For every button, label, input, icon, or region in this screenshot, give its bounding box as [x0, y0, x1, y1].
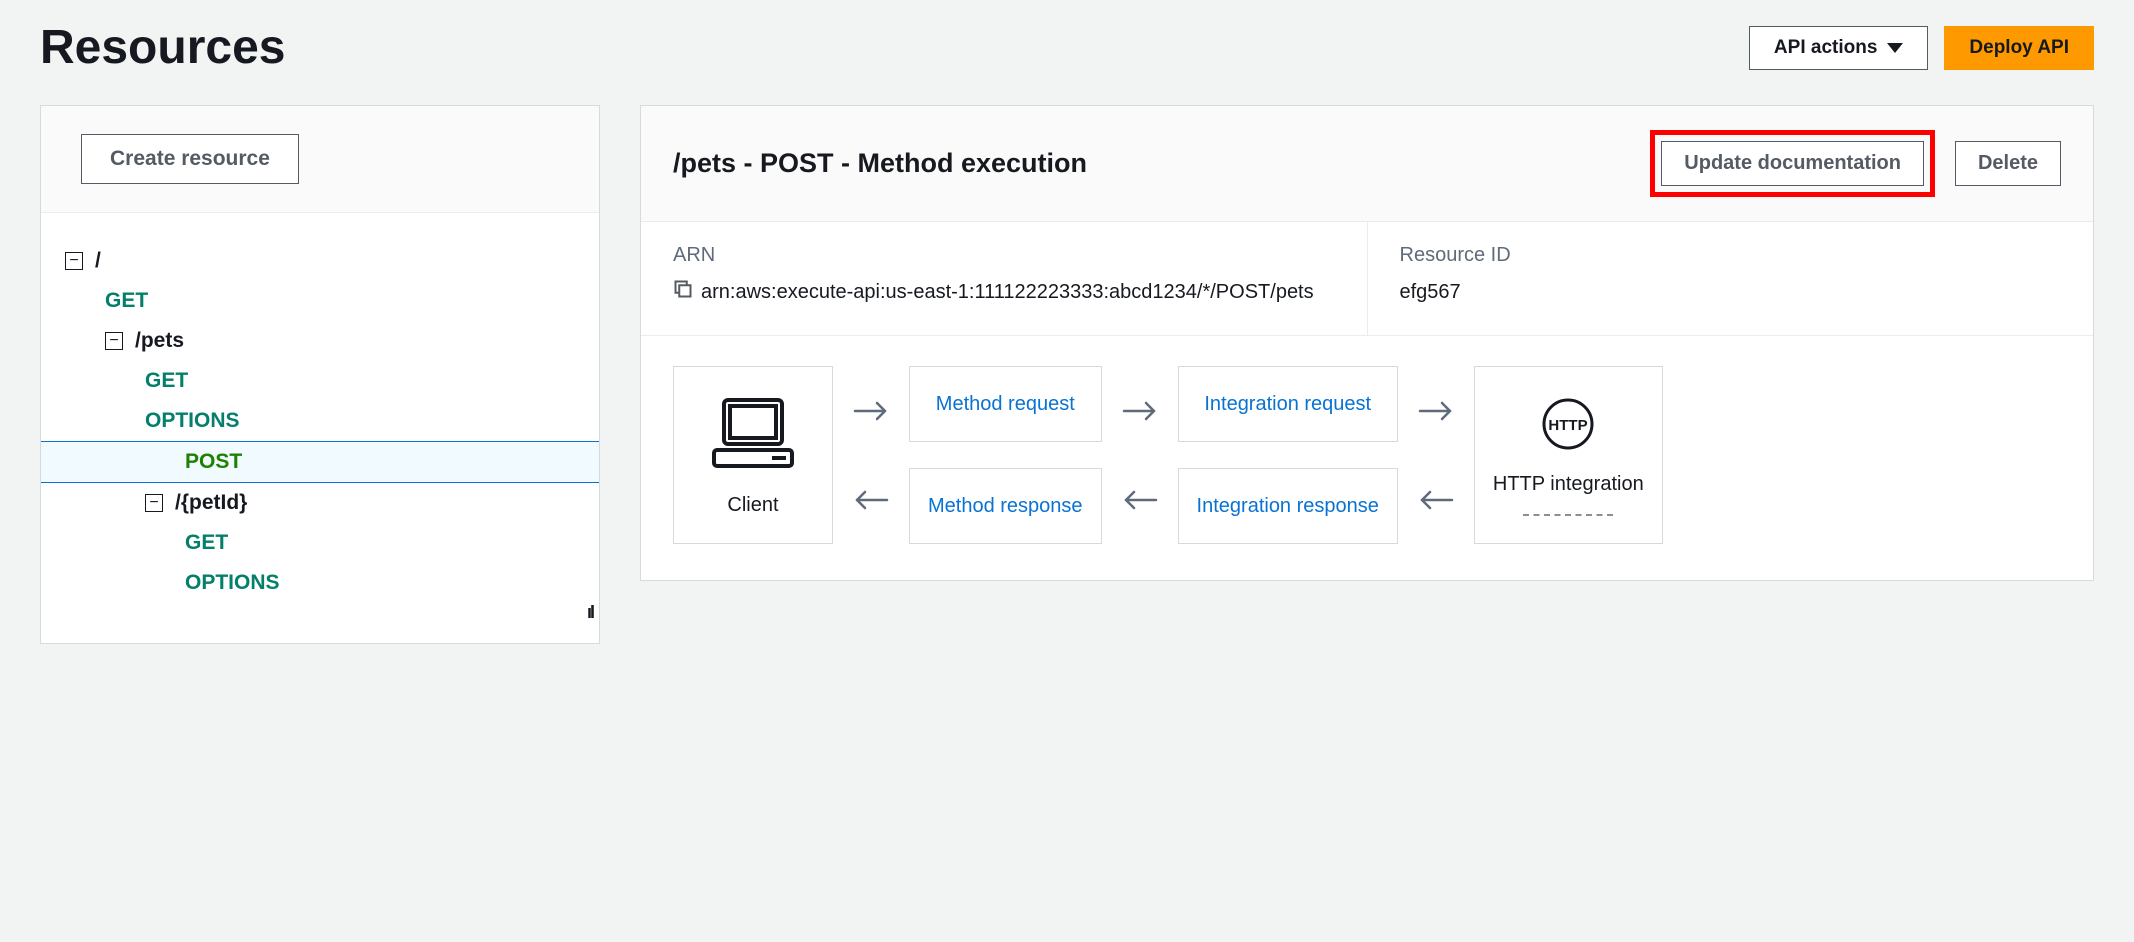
- flow-method-request-box[interactable]: Method request: [909, 366, 1102, 442]
- sidebar-header: Create resource: [41, 106, 599, 213]
- client-label: Client: [727, 494, 778, 517]
- tree-label: GET: [105, 289, 148, 313]
- flow-arrows-3: [1416, 366, 1456, 544]
- arrow-left-icon: [1120, 488, 1160, 512]
- resource-id-label: Resource ID: [1400, 244, 2062, 267]
- method-response-link: Method response: [928, 491, 1083, 521]
- resize-handle-icon[interactable]: ıI: [587, 602, 593, 623]
- flow-arrows-2: [1120, 366, 1160, 544]
- arn-value: arn:aws:execute-api:us-east-1:1111222233…: [701, 277, 1314, 307]
- update-documentation-button[interactable]: Update documentation: [1661, 141, 1924, 186]
- create-resource-button[interactable]: Create resource: [81, 134, 299, 184]
- flow-client-box: Client: [673, 366, 833, 544]
- tree-node-petid[interactable]: − /{petId}: [65, 483, 575, 523]
- copy-icon[interactable]: [673, 279, 693, 299]
- tree-label: OPTIONS: [145, 409, 240, 433]
- highlight-annotation: Update documentation: [1650, 130, 1935, 197]
- tree-node-pets-post[interactable]: POST: [41, 441, 599, 483]
- tree-label: POST: [185, 450, 242, 474]
- arrow-left-icon: [1416, 488, 1456, 512]
- collapse-icon[interactable]: −: [65, 252, 83, 270]
- api-actions-button[interactable]: API actions: [1749, 26, 1928, 70]
- dashed-divider: [1523, 514, 1613, 516]
- arrow-right-icon: [1120, 399, 1160, 423]
- collapse-icon[interactable]: −: [105, 332, 123, 350]
- integration-response-link: Integration response: [1197, 491, 1379, 521]
- tree-node-pets[interactable]: − /pets: [65, 321, 575, 361]
- flow-integration-request-box[interactable]: Integration request: [1178, 366, 1398, 442]
- arrow-right-icon: [1416, 399, 1456, 423]
- info-row: ARN arn:aws:execute-api:us-east-1:111122…: [641, 222, 2093, 336]
- tree-node-pets-get[interactable]: GET: [65, 361, 575, 401]
- resource-tree: − / GET − /pets GET OPTIONS POST − /{p: [41, 213, 599, 643]
- client-icon: [708, 394, 798, 480]
- tree-label: GET: [145, 369, 188, 393]
- http-icon: HTTP: [1538, 394, 1598, 460]
- method-execution-flow: Client Method request Method response: [641, 336, 2093, 580]
- arrow-right-icon: [851, 399, 891, 423]
- arrow-left-icon: [851, 488, 891, 512]
- tree-label: GET: [185, 531, 228, 555]
- page-header: Resources API actions Deploy API: [40, 20, 2094, 75]
- flow-integration-response-box[interactable]: Integration response: [1178, 468, 1398, 544]
- header-actions: API actions Deploy API: [1749, 26, 2094, 70]
- arn-label: ARN: [673, 244, 1335, 267]
- method-execution-panel: /pets - POST - Method execution Update d…: [640, 105, 2094, 581]
- tree-node-petid-get[interactable]: GET: [65, 523, 575, 563]
- resource-id-value: efg567: [1400, 277, 2062, 307]
- flow-integration-col: Integration request Integration response: [1178, 366, 1398, 544]
- arn-cell: ARN arn:aws:execute-api:us-east-1:111122…: [641, 222, 1368, 335]
- http-integration-label: HTTP integration: [1493, 470, 1644, 498]
- delete-button[interactable]: Delete: [1955, 141, 2061, 186]
- collapse-icon[interactable]: −: [145, 494, 163, 512]
- panel-header: /pets - POST - Method execution Update d…: [641, 106, 2093, 222]
- tree-node-root[interactable]: − /: [65, 241, 575, 281]
- flow-method-col: Method request Method response: [909, 366, 1102, 544]
- tree-label: OPTIONS: [185, 571, 280, 595]
- tree-label: /{petId}: [175, 491, 247, 515]
- arn-value-row: arn:aws:execute-api:us-east-1:1111222233…: [673, 277, 1335, 307]
- panel-title: /pets - POST - Method execution: [673, 148, 1087, 179]
- tree-label: /pets: [135, 329, 184, 353]
- resources-sidebar: Create resource − / GET − /pets GET OPTI…: [40, 105, 600, 644]
- tree-node-pets-options[interactable]: OPTIONS: [65, 401, 575, 441]
- page-title: Resources: [40, 20, 285, 75]
- tree-node-root-get[interactable]: GET: [65, 281, 575, 321]
- method-request-link: Method request: [936, 389, 1075, 419]
- deploy-api-button[interactable]: Deploy API: [1944, 26, 2094, 70]
- integration-request-link: Integration request: [1204, 389, 1371, 419]
- caret-down-icon: [1887, 43, 1903, 53]
- flow-http-box: HTTP HTTP integration: [1474, 366, 1663, 544]
- panel-actions: Update documentation Delete: [1650, 130, 2061, 197]
- tree-node-petid-options[interactable]: OPTIONS: [65, 563, 575, 603]
- main-layout: Create resource − / GET − /pets GET OPTI…: [40, 105, 2094, 644]
- svg-text:HTTP: HTTP: [1549, 417, 1588, 434]
- api-actions-label: API actions: [1774, 37, 1877, 59]
- flow-arrows-1: [851, 366, 891, 544]
- tree-label: /: [95, 249, 101, 273]
- flow-method-response-box[interactable]: Method response: [909, 468, 1102, 544]
- resource-id-cell: Resource ID efg567: [1368, 222, 2094, 335]
